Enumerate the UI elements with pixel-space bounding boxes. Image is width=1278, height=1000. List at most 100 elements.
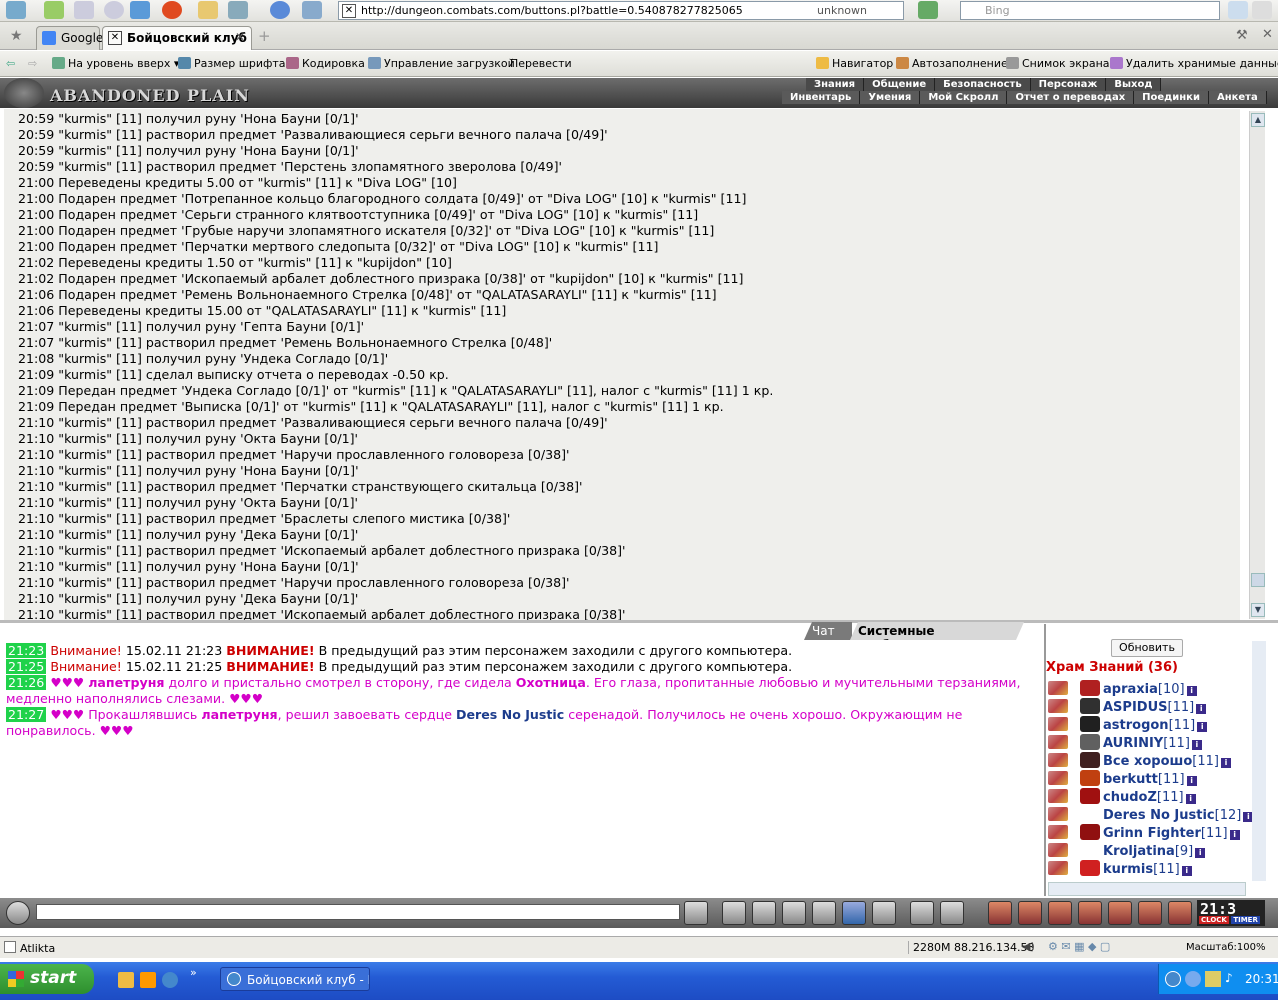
more-icon[interactable]: » xyxy=(190,966,197,979)
user-info-icon[interactable]: i xyxy=(1196,704,1207,714)
filter-icon[interactable] xyxy=(752,901,776,925)
autofill-button[interactable]: Автозаполнение xyxy=(896,57,1008,70)
menu-exit[interactable]: Выход xyxy=(1106,78,1162,91)
chat-user[interactable]: Deres No Justic xyxy=(456,707,564,722)
send-icon[interactable] xyxy=(684,901,708,925)
chat-time[interactable]: 21:25 xyxy=(6,659,47,674)
menu-transfer-report[interactable]: Отчет о переводах xyxy=(1007,91,1135,104)
private-message-icon[interactable] xyxy=(1048,699,1068,713)
scroll-up-icon[interactable]: ▲ xyxy=(1251,113,1265,127)
menu-inventory[interactable]: Инвентарь xyxy=(782,91,861,104)
private-message-icon[interactable] xyxy=(1048,789,1068,803)
users-horizontal-scrollbar[interactable] xyxy=(1048,882,1246,896)
chat-input[interactable] xyxy=(36,904,680,920)
menu-skills[interactable]: Умения xyxy=(860,91,921,104)
taskbar-window-button[interactable]: Бойцовский клуб - M... xyxy=(220,967,370,991)
tray-clock[interactable]: 20:31 xyxy=(1245,972,1278,986)
user-name[interactable]: astrogon xyxy=(1103,718,1169,733)
quicklaunch-icon[interactable] xyxy=(162,972,178,988)
private-message-icon[interactable] xyxy=(1048,825,1068,839)
user-name[interactable]: apraxia xyxy=(1103,682,1158,697)
menu-communication[interactable]: Общение xyxy=(864,78,936,91)
user-name[interactable]: kurmis xyxy=(1103,862,1153,877)
home-icon[interactable] xyxy=(198,1,218,19)
status-tools-icon[interactable]: ⚙ ✉ ▦ ◆ ▢ xyxy=(1048,940,1110,953)
tray-icon[interactable] xyxy=(1165,971,1181,987)
start-button[interactable]: start xyxy=(0,964,94,994)
bookmark-star-icon[interactable]: ★ xyxy=(10,28,23,44)
people-icon[interactable] xyxy=(1108,901,1132,925)
chat-time[interactable]: 21:26 xyxy=(6,675,47,690)
panel-divider[interactable] xyxy=(0,620,1278,623)
screen-icon[interactable] xyxy=(302,1,322,19)
user-name[interactable]: Kroljatina xyxy=(1103,844,1175,859)
skull-icon[interactable] xyxy=(1078,901,1102,925)
chat-time[interactable]: 21:27 xyxy=(6,707,47,722)
menu-knowledge[interactable]: Знания xyxy=(806,78,865,91)
navigator-button[interactable]: Навигатор xyxy=(816,57,893,70)
fighter-icon[interactable] xyxy=(812,901,836,925)
user-name[interactable]: ASPIDUS xyxy=(1103,700,1168,715)
address-bar[interactable]: ✕ http://dungeon.combats.com/buttons.pl?… xyxy=(338,1,904,20)
translit-icon[interactable] xyxy=(842,901,866,925)
stop-icon[interactable] xyxy=(162,1,182,19)
scroll-icon[interactable] xyxy=(1018,901,1042,925)
tools-icon[interactable] xyxy=(1252,1,1272,19)
user-icon[interactable] xyxy=(6,1,26,19)
exit-icon[interactable] xyxy=(1168,901,1192,925)
arrow-left-icon[interactable]: ⇦ xyxy=(6,57,15,70)
user-name[interactable]: Все хорошо xyxy=(1103,754,1192,769)
user-name[interactable]: berkutt xyxy=(1103,772,1158,787)
save-icon[interactable] xyxy=(782,901,806,925)
user-name[interactable]: AURINIY xyxy=(1103,736,1163,751)
menu-profile[interactable]: Анкета xyxy=(1209,91,1267,104)
user-info-icon[interactable]: i xyxy=(1186,686,1197,696)
chat-user[interactable]: лапетруня xyxy=(201,707,277,722)
back-icon[interactable] xyxy=(44,1,64,19)
go-icon[interactable] xyxy=(918,1,938,19)
search-input[interactable]: Bing xyxy=(960,1,1220,20)
private-message-icon[interactable] xyxy=(1048,843,1068,857)
close-tab-icon[interactable]: ✕ xyxy=(235,30,245,44)
chat-user[interactable]: лапетруня xyxy=(88,675,164,690)
quicklaunch-icon[interactable] xyxy=(140,972,156,988)
speaker-icon[interactable]: ◀) xyxy=(1022,940,1035,953)
private-message-icon[interactable] xyxy=(1048,717,1068,731)
private-message-icon[interactable] xyxy=(1048,861,1068,875)
close-window-icon[interactable]: ✕ xyxy=(1262,27,1273,42)
user-name[interactable]: chudoZ xyxy=(1103,790,1157,805)
screenshot-button[interactable]: Снимок экрана xyxy=(1006,57,1110,70)
undo-icon[interactable] xyxy=(228,1,248,19)
forward-icon[interactable] xyxy=(74,1,94,19)
smiley-icon[interactable] xyxy=(910,901,934,925)
refresh-icon[interactable] xyxy=(130,1,150,19)
user-info-icon[interactable]: i xyxy=(1181,866,1192,876)
new-tab-icon[interactable]: + xyxy=(258,27,271,45)
arrow-right-icon[interactable]: ⇨ xyxy=(28,57,37,70)
user-info-icon[interactable]: i xyxy=(1197,722,1208,732)
history-icon[interactable] xyxy=(270,1,290,19)
tray-icon[interactable] xyxy=(1205,971,1221,987)
chat-time[interactable]: 21:23 xyxy=(6,643,47,658)
chat-user[interactable]: Охотница xyxy=(516,675,586,690)
menu-character[interactable]: Персонаж xyxy=(1031,78,1107,91)
log-scrollbar[interactable]: ▲ ▼ xyxy=(1249,111,1265,619)
level-up-button[interactable]: На уровень вверх ▾ xyxy=(52,57,179,70)
users-scrollbar[interactable] xyxy=(1252,641,1266,881)
translate-button[interactable]: Перевести xyxy=(510,57,572,70)
handshake-icon[interactable] xyxy=(1048,901,1072,925)
history-dropdown-icon[interactable] xyxy=(104,1,124,19)
tab-system-messages[interactable]: Системные сообщения xyxy=(850,622,1024,640)
private-message-icon[interactable] xyxy=(1048,753,1068,767)
wrench-icon[interactable]: ⚒ xyxy=(1236,28,1248,43)
bag-icon[interactable] xyxy=(988,901,1012,925)
eraser-icon[interactable] xyxy=(722,901,746,925)
refresh-button[interactable]: Обновить xyxy=(1111,639,1183,657)
menu-battles[interactable]: Поединки xyxy=(1134,91,1209,104)
user-info-icon[interactable]: i xyxy=(1229,830,1240,840)
tray-icon[interactable] xyxy=(1185,971,1201,987)
private-message-icon[interactable] xyxy=(1048,771,1068,785)
zoom-level[interactable]: Масштаб:100% xyxy=(1186,942,1265,953)
encoding-button[interactable]: Кодировка xyxy=(286,57,365,70)
private-message-icon[interactable] xyxy=(1048,681,1068,695)
